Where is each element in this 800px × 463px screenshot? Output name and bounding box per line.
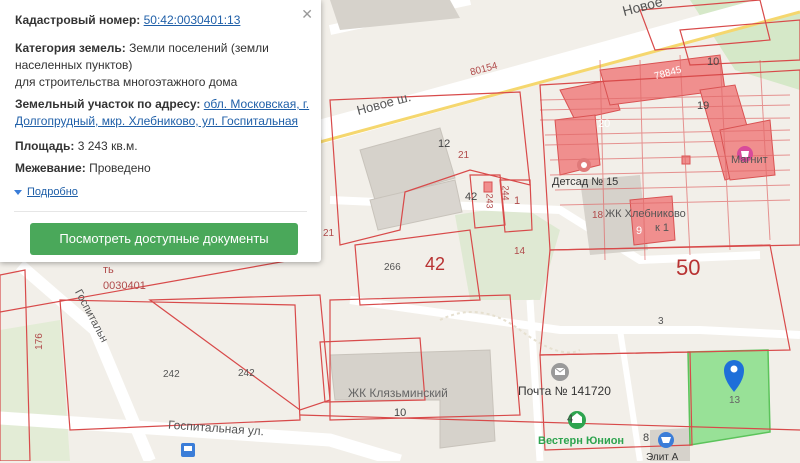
panel-divider (14, 211, 307, 212)
building-8-label: 8 (643, 432, 650, 444)
zhk-klyazminsky-label: ЖК Клязьминский (348, 386, 448, 400)
area-value: 3 243 кв.м. (77, 139, 138, 153)
western-union-label: Вестерн Юнион (538, 435, 625, 447)
land-category-value-1: Земли поселений (земли (129, 41, 269, 55)
area-row: Площадь: 3 243 кв.м. (15, 138, 138, 155)
survey-label: Межевание: (15, 161, 86, 175)
address-link-part-2[interactable]: Долгопрудный, мкр. Хлебниково, ул. Госпи… (15, 114, 298, 128)
kindergarten-icon[interactable] (577, 158, 591, 172)
building-20-label: 20 (598, 118, 611, 130)
parcel-242-b-label: 242 (238, 368, 255, 379)
chevron-down-icon (14, 189, 22, 195)
post-office-label: Почта № 141720 (518, 384, 611, 398)
building-19-label: 19 (697, 100, 710, 112)
area-label: Площадь: (15, 139, 75, 153)
survey-row: Межевание: Проведено (15, 160, 151, 177)
land-category-row: Категория земель: Земли поселений (земли… (15, 40, 310, 91)
bus-stop-icon[interactable] (181, 443, 195, 457)
view-documents-button[interactable]: Посмотреть доступные документы (30, 223, 298, 255)
parcel-176-label: 176 (33, 333, 45, 350)
address-link-part-1[interactable]: обл. Московская, г. (204, 97, 309, 111)
building-12-label: 12 (438, 138, 451, 150)
land-category-value-3: для строительства многоэтажного дома (15, 75, 238, 89)
parcel-243-label: 243 (484, 193, 495, 209)
survey-value: Проведено (89, 161, 151, 175)
parcel-242-a-label: 242 (163, 369, 180, 380)
close-icon[interactable]: ✕ (301, 6, 313, 23)
parcel-21-label: 21 (458, 150, 470, 161)
parcel-info-panel: ✕ Кадастровый номер: 50:42:0030401:13 Ка… (0, 0, 321, 262)
address-label: Земельный участок по адресу: (15, 97, 201, 111)
details-link-label: Подробно (27, 186, 78, 198)
zhk-fragment-label: к 1 (655, 222, 669, 234)
fragment-label: ть (103, 264, 114, 276)
address-row: Земельный участок по адресу: обл. Москов… (15, 96, 310, 130)
parcel-13-label: 13 (729, 395, 741, 406)
magnit-label: Магнит (731, 154, 768, 166)
parcel-14-label: 14 (514, 246, 526, 257)
parcel-50-label: 50 (676, 255, 701, 280)
parcel-42-big-label: 42 (425, 254, 446, 274)
quarter-label: 0030401 (103, 280, 146, 292)
building-10-top-label: 10 (707, 56, 720, 68)
land-category-value-2: населенных пунктов) (15, 58, 133, 72)
shop-cart-icon[interactable] (658, 432, 674, 448)
details-link[interactable]: Подробно (14, 184, 78, 201)
zhk-khlebnikovo-label: ЖК Хлебниково (605, 208, 686, 220)
parcel-3-label: 3 (658, 316, 664, 327)
elit-label: Элит А (646, 452, 679, 463)
parcel-244-label: 244 (500, 185, 511, 201)
building-4-label: 4 (567, 413, 574, 425)
parcel-266-label: 266 (384, 262, 401, 273)
land-category-label: Категория земель: (15, 41, 126, 55)
kindergarten-label: Детсад № 15 (552, 176, 619, 188)
cadastral-number-link[interactable]: 50:42:0030401:13 (144, 13, 241, 27)
cadastral-number-label: Кадастровый номер: (15, 13, 141, 27)
parcel-21-side-label: 21 (323, 228, 335, 239)
building-9-label: 9 (636, 225, 643, 237)
parcel-2-label: 1 (514, 195, 521, 207)
post-office-icon[interactable] (551, 363, 569, 381)
parcel-42-small-label: 42 (465, 191, 478, 203)
parcel-18-label: 18 (592, 210, 604, 221)
building-10-bottom-label: 10 (394, 407, 407, 419)
cadastral-number-row: Кадастровый номер: 50:42:0030401:13 (15, 12, 240, 29)
